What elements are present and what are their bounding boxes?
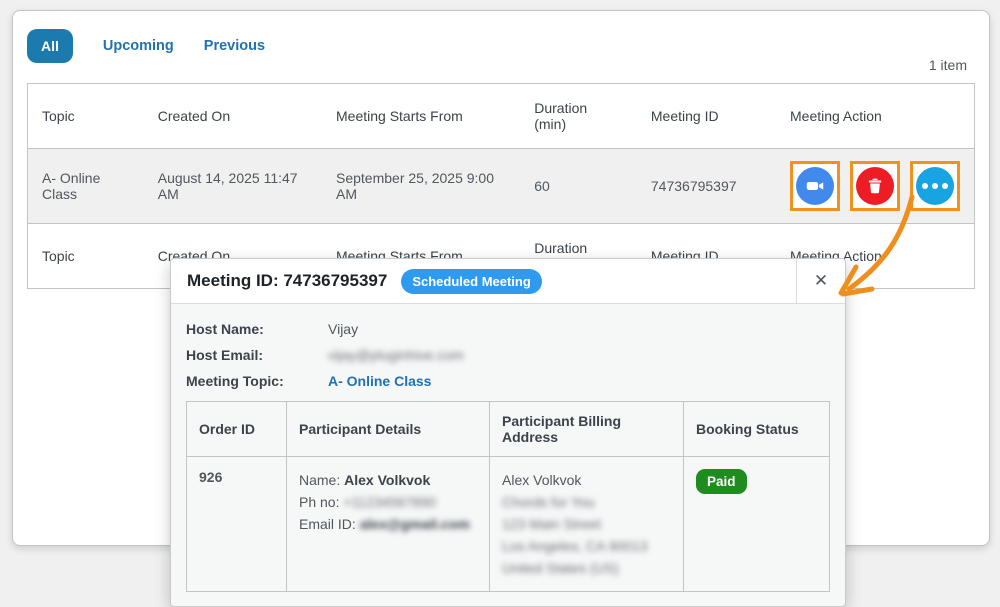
status-badge: Scheduled Meeting	[401, 269, 541, 294]
col-created-on: Created On	[144, 84, 322, 149]
meeting-topic-link[interactable]: A- Online Class	[328, 368, 431, 394]
meeting-details-modal: Meeting ID: 74736795397 Scheduled Meetin…	[170, 258, 846, 607]
tab-previous[interactable]: Previous	[204, 38, 265, 54]
tabs-bar: All Upcoming Previous 1 item	[27, 29, 975, 63]
trash-icon	[856, 167, 894, 205]
close-icon: ✕	[814, 271, 828, 291]
col-booking-status: Booking Status	[684, 402, 830, 457]
host-email-label: Host Email:	[186, 342, 328, 368]
tab-all[interactable]: All	[27, 29, 73, 63]
paid-badge: Paid	[696, 469, 747, 494]
item-count: 1 item	[929, 57, 975, 73]
col-meeting-action: Meeting Action	[776, 84, 975, 149]
participant-name-line: Name: Alex Volkvok	[299, 469, 477, 491]
col-billing-address: Participant Billing Address	[490, 402, 684, 457]
participant-email: alex@gmail.com	[360, 516, 470, 532]
billing-name: Alex Volkvok	[502, 469, 671, 491]
participant-name: Alex Volkvok	[344, 472, 430, 488]
meetings-header-row: Topic Created On Meeting Starts From Dur…	[28, 84, 975, 149]
participant-phone-line: Ph no: +11234567890	[299, 491, 477, 513]
booking-status-cell: Paid	[684, 457, 830, 592]
more-actions-button[interactable]	[910, 161, 960, 211]
close-button[interactable]: ✕	[796, 259, 845, 303]
meeting-starts-cell: September 25, 2025 9:00 AM	[322, 149, 520, 224]
billing-country: United States (US)	[502, 557, 671, 579]
participant-email-line: Email ID: alex@gmail.com	[299, 513, 477, 535]
host-email-row: Host Email: vijay@pluginhive.com	[186, 342, 830, 368]
ellipsis-icon	[916, 167, 954, 205]
participant-details-cell: Name: Alex Volkvok Ph no: +11234567890 E…	[287, 457, 490, 592]
meeting-duration-cell: 60	[520, 149, 637, 224]
col-duration: Duration (min)	[520, 84, 637, 149]
col-meeting-id: Meeting ID	[637, 84, 776, 149]
col-participant-details: Participant Details	[287, 402, 490, 457]
host-name-value: Vijay	[328, 316, 358, 342]
tab-upcoming[interactable]: Upcoming	[103, 38, 174, 54]
meeting-topic-label: Meeting Topic:	[186, 368, 328, 394]
billing-company: Chords for You	[502, 491, 671, 513]
col-topic: Topic	[28, 224, 144, 289]
meeting-topic-cell: A- Online Class	[28, 149, 144, 224]
modal-body: Host Name: Vijay Host Email: vijay@plugi…	[171, 304, 845, 606]
col-order-id: Order ID	[187, 402, 287, 457]
host-email-value: vijay@pluginhive.com	[328, 342, 464, 368]
host-name-row: Host Name: Vijay	[186, 316, 830, 342]
start-meeting-button[interactable]	[790, 161, 840, 211]
order-id-cell: 926	[187, 457, 287, 592]
col-starts-from: Meeting Starts From	[322, 84, 520, 149]
meeting-row: A- Online Class August 14, 2025 11:47 AM…	[28, 149, 975, 224]
billing-street: 123 Main Street	[502, 513, 671, 535]
meeting-created-cell: August 14, 2025 11:47 AM	[144, 149, 322, 224]
host-name-label: Host Name:	[186, 316, 328, 342]
delete-meeting-button[interactable]	[850, 161, 900, 211]
billing-city: Los Angeles, CA 90013	[502, 535, 671, 557]
modal-header: Meeting ID: 74736795397 Scheduled Meetin…	[171, 259, 845, 304]
meeting-id-cell: 74736795397	[637, 149, 776, 224]
participants-header-row: Order ID Participant Details Participant…	[187, 402, 830, 457]
meeting-topic-row: Meeting Topic: A- Online Class	[186, 368, 830, 394]
participant-row: 926 Name: Alex Volkvok Ph no: +112345678…	[187, 457, 830, 592]
participant-phone: +11234567890	[343, 494, 436, 510]
billing-address-cell: Alex Volkvok Chords for You 123 Main Str…	[490, 457, 684, 592]
zoom-video-icon	[796, 167, 834, 205]
modal-title: Meeting ID: 74736795397	[187, 271, 387, 291]
participants-table: Order ID Participant Details Participant…	[186, 401, 830, 592]
meeting-actions-cell	[776, 149, 975, 224]
col-topic: Topic	[28, 84, 144, 149]
